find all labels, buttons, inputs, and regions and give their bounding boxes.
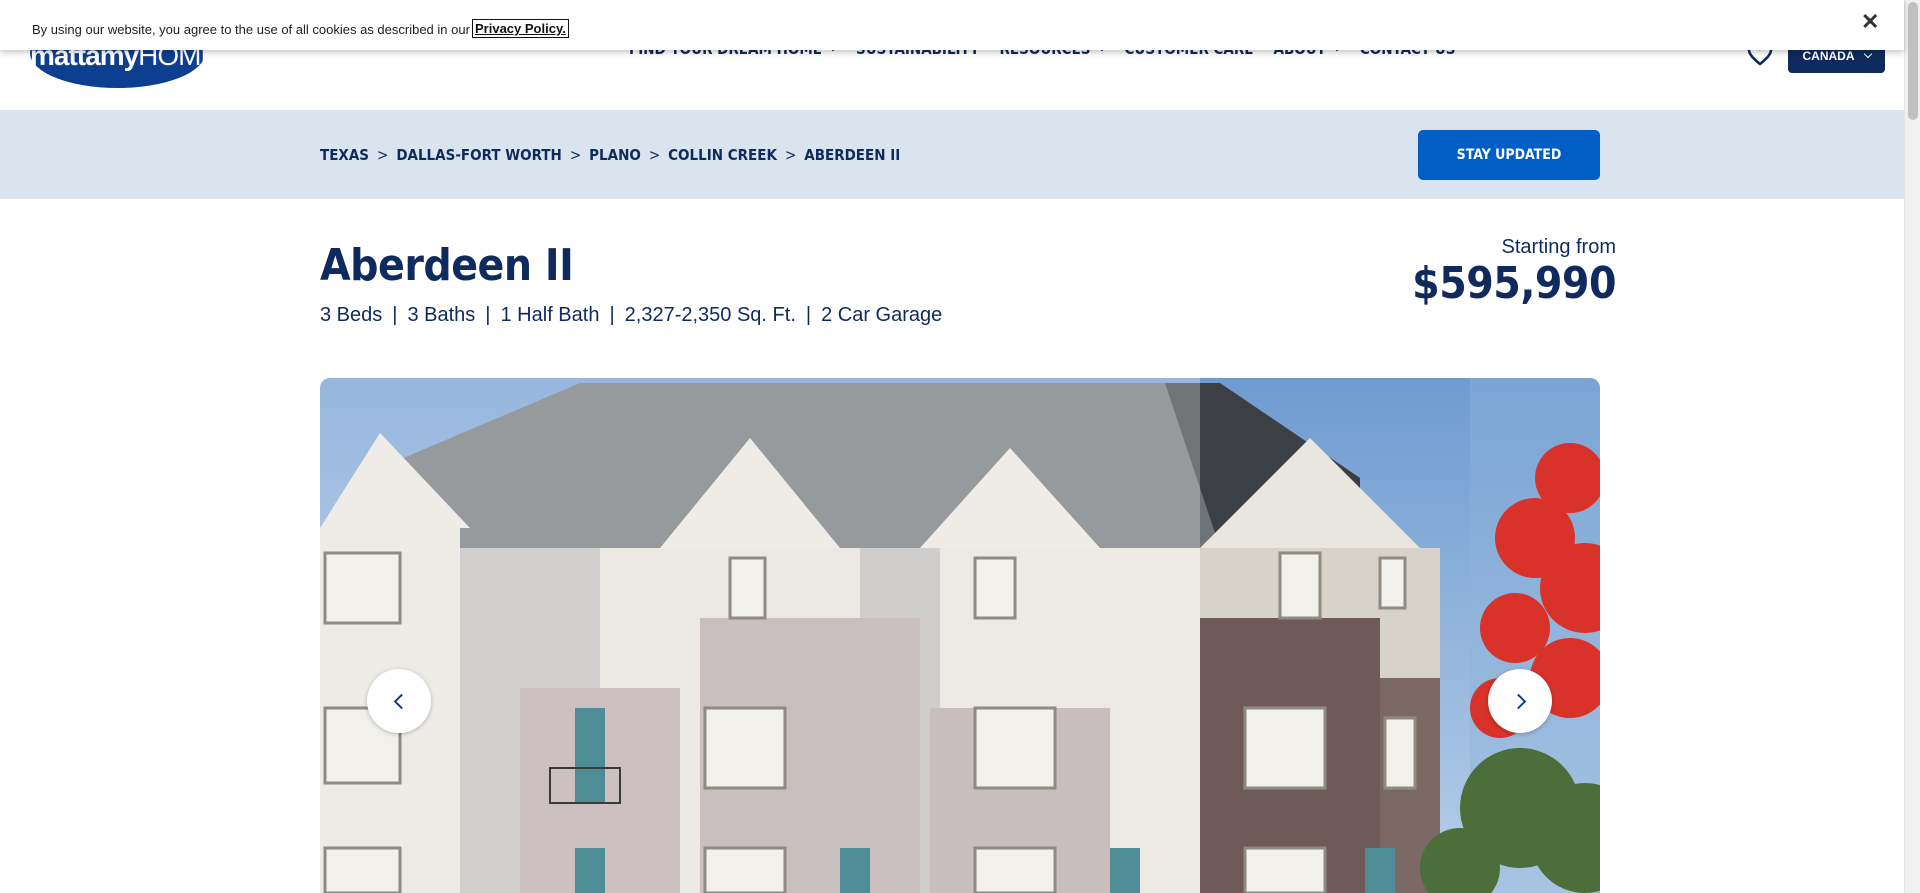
spec-separator: | (485, 304, 491, 326)
chevron-down-icon (1863, 49, 1872, 58)
townhouse-illustration (320, 378, 1600, 893)
breadcrumb-dallas-fort-worth[interactable]: DALLAS-FORT WORTH (396, 146, 562, 164)
spec-separator: | (805, 304, 812, 326)
carousel-prev-button[interactable] (367, 669, 431, 733)
spec-separator: | (392, 304, 398, 326)
close-icon[interactable]: ✕ (1861, 11, 1879, 33)
chevron-left-icon (393, 693, 409, 709)
breadcrumb-separator: > (377, 146, 389, 164)
carousel-next-button[interactable] (1488, 669, 1552, 733)
scrollbar-thumb[interactable] (1908, 2, 1918, 120)
breadcrumb-separator: > (569, 146, 582, 164)
cookie-banner: By using our website, you agree to the u… (0, 0, 1904, 50)
privacy-policy-link[interactable]: Privacy Policy. (472, 19, 569, 38)
breadcrumb-aberdeen-ii: ABERDEEN II (804, 146, 901, 164)
spec-beds: 3 Beds (320, 304, 383, 326)
price-label: Starting from (1501, 236, 1616, 258)
breadcrumb-bar: TEXAS > DALLAS-FORT WORTH > PLANO > COLL… (0, 110, 1904, 199)
home-rendering-image (320, 378, 1600, 893)
spec-sqft: 2,327-2,350 Sq. Ft. (624, 304, 796, 326)
page-scrollbar[interactable] (1904, 0, 1920, 893)
spec-separator: | (609, 304, 615, 326)
spec-half-bath: 1 Half Bath (500, 304, 600, 326)
chevron-right-icon (1510, 693, 1526, 709)
breadcrumb-collin-creek[interactable]: COLLIN CREEK (668, 146, 777, 164)
cookie-text: By using our website, you agree to the u… (32, 22, 470, 37)
spec-garage: 2 Car Garage (821, 304, 943, 326)
breadcrumb-separator: > (648, 146, 661, 164)
stay-updated-button[interactable]: STAY UPDATED (1418, 130, 1600, 180)
breadcrumb-separator: > (784, 146, 797, 164)
breadcrumb-plano[interactable]: PLANO (589, 146, 641, 164)
spec-baths: 3 Baths (407, 304, 476, 326)
breadcrumb-texas[interactable]: TEXAS (320, 146, 369, 164)
breadcrumb: TEXAS > DALLAS-FORT WORTH > PLANO > COLL… (320, 146, 900, 164)
country-label: CANADA (1802, 48, 1855, 63)
price-value: $595,990 (1412, 258, 1616, 309)
page-title: Aberdeen II (320, 240, 574, 291)
home-specs: 3 Beds | 3 Baths | 1 Half Bath | 2,327-2… (320, 304, 942, 327)
